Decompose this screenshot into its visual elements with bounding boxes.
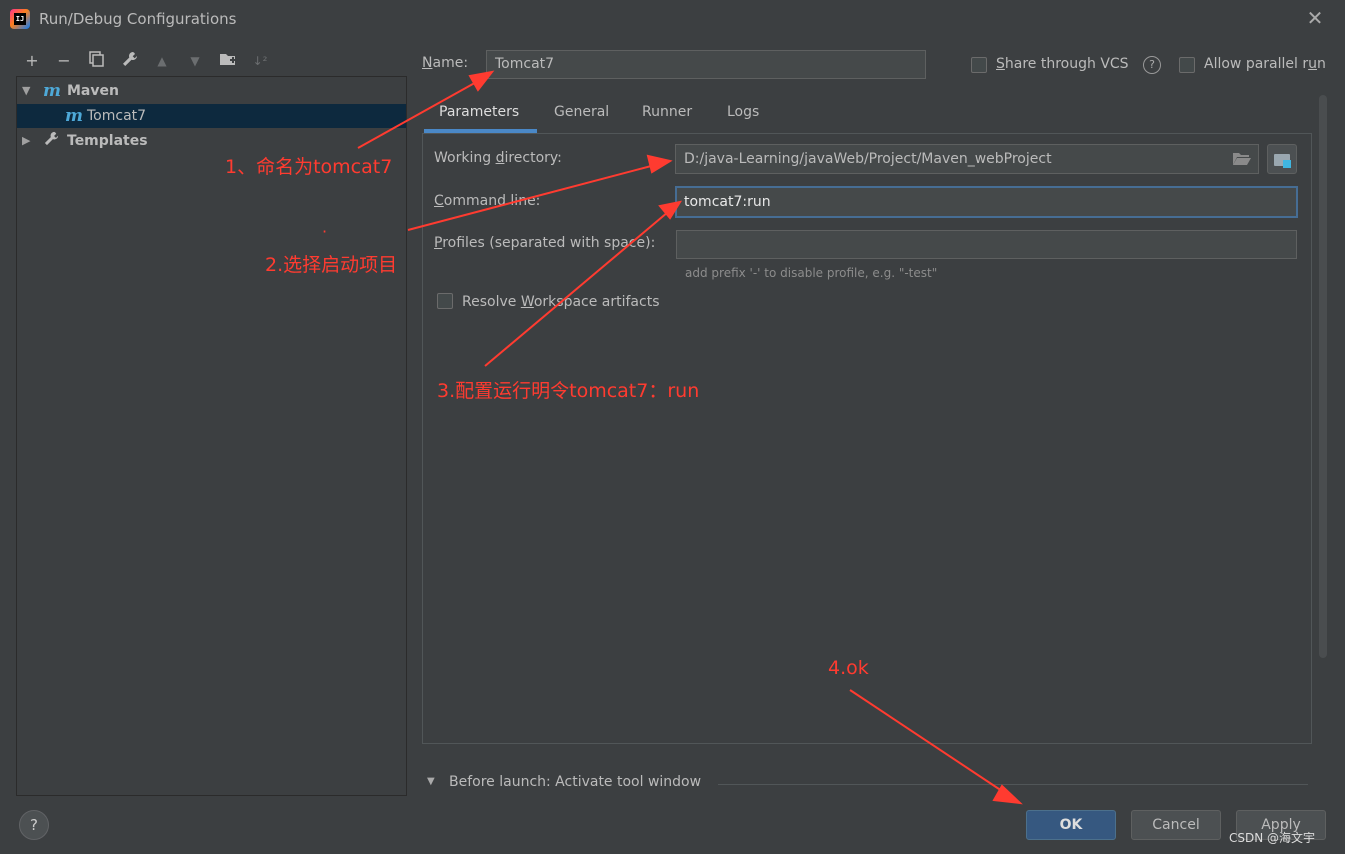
folder-add-icon [220,54,236,65]
help-icon[interactable]: ? [1143,56,1161,74]
vertical-scrollbar[interactable] [1319,95,1327,658]
maven-icon: m [43,81,61,101]
annotation-step-2: 2.选择启动项目 [265,254,398,276]
working-directory-input[interactable]: D:/java-Learning/javaWeb/Project/Maven_w… [675,144,1259,174]
tree-item-tomcat7[interactable]: m Tomcat7 [17,104,406,128]
resolve-workspace-artifacts-checkbox[interactable] [437,293,453,309]
configuration-tree[interactable]: ▼ m Maven m Tomcat7 ▶ Templates [16,76,407,796]
tree-item-templates[interactable]: ▶ Templates [17,129,406,153]
intellij-app-icon: IJ [10,9,30,29]
tree-item-maven-label: Maven [67,83,119,99]
annotation-arrowhead-4 [992,784,1023,805]
profiles-input[interactable] [676,230,1297,259]
watermark: CSDN @海文宇 [1229,831,1316,845]
window-title: Run/Debug Configurations [39,10,237,28]
before-launch-label[interactable]: Before launch: Activate tool window [449,774,701,790]
move-up-button[interactable]: ▲ [151,50,173,72]
tree-item-tomcat7-label: Tomcat7 [87,108,147,124]
remove-configuration-button[interactable]: − [53,50,75,72]
working-directory-label: Working directory: [434,150,562,166]
allow-parallel-run-label[interactable]: Allow parallel run [1204,56,1326,72]
app-icon-text: IJ [14,13,26,25]
sort-button[interactable]: ↓² [249,50,271,72]
module-badge-icon [1283,160,1291,168]
name-label: Name: [422,55,469,71]
tab-runner[interactable]: Runner [642,97,692,133]
command-line-input[interactable]: tomcat7:run [675,186,1298,218]
allow-parallel-run-checkbox[interactable] [1179,57,1195,73]
parameters-panel [422,133,1312,744]
tab-logs[interactable]: Logs [727,97,759,133]
help-button[interactable]: ? [19,810,49,840]
edit-templates-button[interactable] [119,50,141,72]
new-folder-button[interactable] [217,50,239,72]
expanded-arrow-icon[interactable]: ▼ [22,79,30,103]
wrench-icon [43,130,60,154]
folder-open-icon[interactable] [1232,152,1252,170]
before-launch-divider [718,784,1308,785]
command-line-label: Command line: [434,193,541,209]
resolve-workspace-artifacts-label[interactable]: Resolve Workspace artifacts [462,294,660,310]
copy-configuration-button[interactable] [85,50,107,72]
cancel-button[interactable]: Cancel [1131,810,1221,840]
annotation-step-3: 3.配置运行明令tomcat7：run [437,380,700,402]
annotation-step-1: 1、命名为tomcat7 [225,156,393,178]
collapsed-arrow-icon[interactable]: ▶ [22,129,30,153]
profiles-label: Profiles (separated with space): [434,235,656,251]
share-through-vcs-checkbox[interactable] [971,57,987,73]
wrench-icon [123,52,137,66]
close-icon[interactable]: ✕ [1304,7,1326,29]
name-input[interactable]: Tomcat7 [486,50,926,79]
share-through-vcs-label[interactable]: Share through VCS [996,56,1129,72]
profiles-hint: add prefix '-' to disable profile, e.g. … [685,266,938,280]
tree-item-maven[interactable]: ▼ m Maven [17,79,406,103]
before-launch-expand-icon[interactable]: ▼ [427,776,435,787]
maven-icon: m [65,106,83,126]
browse-project-button[interactable] [1267,144,1297,174]
move-down-button[interactable]: ▼ [184,50,206,72]
add-configuration-button[interactable]: + [21,50,43,72]
annotation-step-4: 4.ok [828,657,869,679]
tree-item-templates-label: Templates [67,133,148,149]
annotation-dot: · [322,222,328,241]
tab-parameters[interactable]: Parameters [439,97,519,133]
tab-general[interactable]: General [554,97,609,133]
ok-button[interactable]: OK [1026,810,1116,840]
copy-icon [89,51,104,67]
